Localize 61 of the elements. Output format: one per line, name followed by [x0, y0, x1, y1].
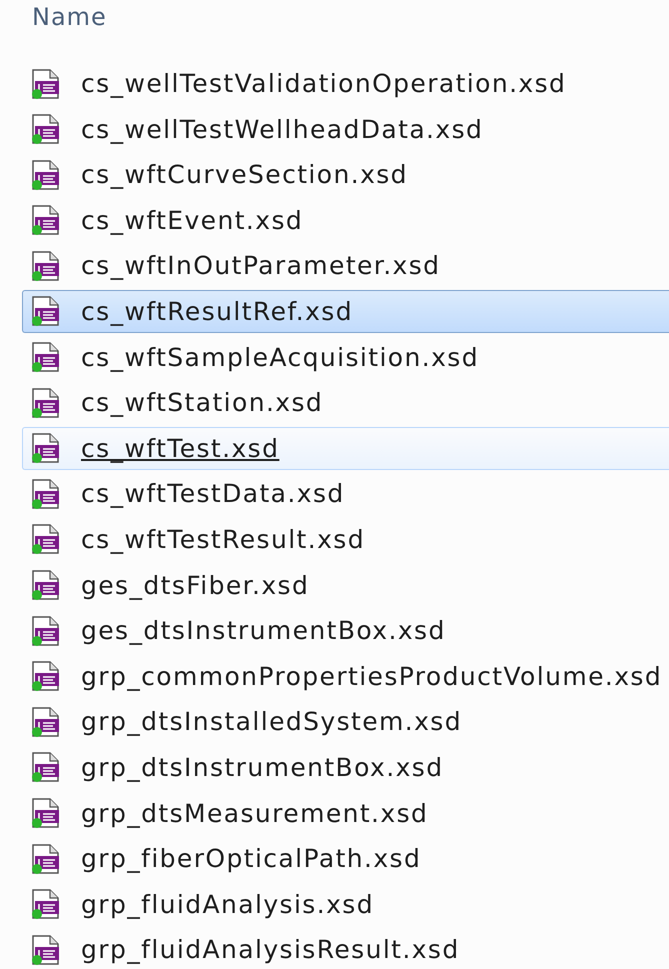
file-name: grp_fluidAnalysisResult.xsd	[81, 935, 460, 964]
xsd-file-icon	[30, 797, 62, 829]
file-name: grp_dtsMeasurement.xsd	[81, 798, 428, 828]
xsd-file-icon	[30, 842, 62, 875]
file-row[interactable]: cs_wftInOutParameter.xsd	[22, 244, 669, 288]
file-row[interactable]: cs_wftResultRef.xsd	[22, 290, 669, 333]
xsd-file-icon	[30, 158, 62, 191]
file-name: cs_wftSampleAcquisition.xsd	[81, 342, 479, 372]
file-name: cs_wellTestValidationOperation.xsd	[81, 69, 566, 98]
file-name: cs_wftTest.xsd	[81, 434, 280, 463]
file-row[interactable]: grp_fluidAnalysis.xsd	[22, 882, 669, 926]
xsd-file-icon	[30, 113, 62, 146]
file-name: cs_wftResultRef.xsd	[81, 296, 353, 326]
file-row[interactable]: grp_commonPropertiesProductVolume.xsd	[22, 654, 669, 698]
xsd-file-icon	[30, 523, 62, 556]
file-row[interactable]: grp_fluidAnalysisResult.xsd	[22, 928, 669, 969]
file-name: cs_wftTestData.xsd	[81, 479, 345, 508]
file-name: cs_wftTestResult.xsd	[81, 524, 365, 554]
file-row[interactable]: cs_wftTestResult.xsd	[22, 518, 669, 561]
file-name: cs_wellTestWellheadData.xsd	[81, 114, 484, 144]
file-name: grp_dtsInstalledSystem.xsd	[81, 707, 462, 736]
file-name: ges_dtsInstrumentBox.xsd	[81, 616, 446, 646]
file-row[interactable]: cs_wftCurveSection.xsd	[22, 153, 669, 196]
xsd-file-icon	[30, 68, 62, 100]
file-row[interactable]: cs_wftEvent.xsd	[22, 198, 669, 242]
file-name: cs_wftStation.xsd	[81, 388, 324, 418]
xsd-file-icon	[30, 751, 62, 784]
xsd-file-icon	[30, 934, 62, 966]
xsd-file-icon	[30, 295, 62, 328]
xsd-file-icon	[30, 386, 62, 419]
xsd-file-icon	[30, 341, 62, 374]
file-row[interactable]: grp_dtsMeasurement.xsd	[22, 792, 669, 834]
file-row[interactable]: grp_dtsInstrumentBox.xsd	[22, 746, 669, 789]
file-name: grp_dtsInstrumentBox.xsd	[81, 752, 444, 782]
xsd-file-icon	[30, 706, 62, 738]
xsd-file-icon	[30, 660, 62, 692]
file-row[interactable]: cs_wellTestWellheadData.xsd	[22, 108, 669, 151]
file-name: cs_wftInOutParameter.xsd	[81, 251, 440, 280]
xsd-file-icon	[30, 432, 62, 464]
file-name: cs_wftEvent.xsd	[81, 206, 304, 235]
file-row[interactable]: cs_wellTestValidationOperation.xsd	[22, 62, 669, 105]
file-name: grp_fiberOpticalPath.xsd	[81, 844, 422, 874]
file-row[interactable]: cs_wftTest.xsd	[22, 426, 669, 470]
file-row[interactable]: ges_dtsInstrumentBox.xsd	[22, 609, 669, 652]
xsd-file-icon	[30, 614, 62, 647]
file-row[interactable]: grp_dtsInstalledSystem.xsd	[22, 700, 669, 744]
file-row[interactable]: cs_wftTestData.xsd	[22, 472, 669, 516]
file-name: grp_commonPropertiesProductVolume.xsd	[81, 662, 662, 691]
file-name: ges_dtsFiber.xsd	[81, 570, 310, 600]
file-row[interactable]: cs_wftStation.xsd	[22, 381, 669, 424]
file-row[interactable]: grp_fiberOpticalPath.xsd	[22, 837, 669, 880]
xsd-file-icon	[30, 250, 62, 282]
file-row[interactable]: ges_dtsFiber.xsd	[22, 564, 669, 607]
name-column-header[interactable]: Name	[32, 3, 107, 31]
xsd-file-icon	[30, 478, 62, 510]
file-name: grp_fluidAnalysis.xsd	[81, 890, 374, 919]
xsd-file-icon	[30, 569, 62, 602]
xsd-file-icon	[30, 204, 62, 236]
file-name: cs_wftCurveSection.xsd	[81, 160, 408, 190]
file-row[interactable]: cs_wftSampleAcquisition.xsd	[22, 336, 669, 379]
xsd-file-icon	[30, 888, 62, 920]
